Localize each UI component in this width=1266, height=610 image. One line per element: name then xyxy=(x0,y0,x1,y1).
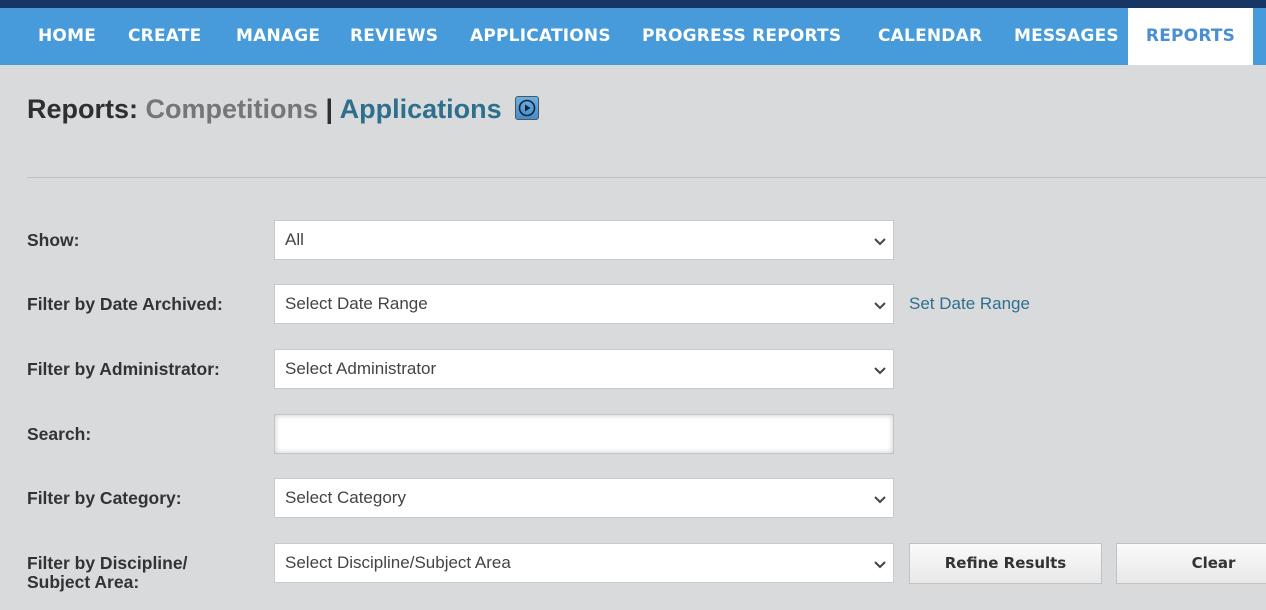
nav-calendar[interactable]: CALENDAR xyxy=(878,8,982,65)
date-archived-label: Filter by Date Archived: xyxy=(27,294,223,314)
nav-applications[interactable]: APPLICATIONS xyxy=(470,8,611,65)
clear-button[interactable]: Clear xyxy=(1116,543,1266,584)
chevron-down-icon xyxy=(874,367,886,375)
chevron-down-icon xyxy=(874,302,886,310)
administrator-label: Filter by Administrator: xyxy=(27,359,220,379)
category-value: Select Category xyxy=(285,488,406,507)
page-title: Reports: Competitions | Applications xyxy=(27,94,540,125)
search-label: Search: xyxy=(27,424,92,444)
refine-results-button[interactable]: Refine Results xyxy=(909,543,1102,584)
chevron-down-icon xyxy=(874,238,886,246)
main-nav: HOME CREATE MANAGE REVIEWS APPLICATIONS … xyxy=(0,8,1266,65)
show-select-value: All xyxy=(285,230,304,249)
chevron-down-icon xyxy=(874,561,886,569)
competitions-link[interactable]: Competitions xyxy=(146,94,319,124)
administrator-value: Select Administrator xyxy=(285,359,437,378)
show-label: Show: xyxy=(27,230,80,250)
title-separator: | xyxy=(325,94,334,124)
search-input[interactable] xyxy=(274,414,894,454)
show-select[interactable]: All xyxy=(274,220,894,260)
discipline-label-line1: Filter by Discipline/ xyxy=(27,553,188,573)
discipline-select[interactable]: Select Discipline/Subject Area xyxy=(274,543,894,583)
administrator-select[interactable]: Select Administrator xyxy=(274,349,894,389)
nav-reports[interactable]: REPORTS xyxy=(1128,8,1253,65)
date-range-value: Select Date Range xyxy=(285,294,428,313)
chevron-down-icon xyxy=(874,496,886,504)
discipline-label: Filter by Discipline/ Subject Area: xyxy=(27,554,187,592)
nav-manage[interactable]: MANAGE xyxy=(236,8,320,65)
discipline-value: Select Discipline/Subject Area xyxy=(285,553,511,572)
category-label: Filter by Category: xyxy=(27,488,182,508)
title-prefix: Reports: xyxy=(27,94,139,124)
applications-link[interactable]: Applications xyxy=(340,94,502,124)
discipline-label-line2: Subject Area: xyxy=(27,572,140,592)
play-circle-icon[interactable] xyxy=(515,95,540,120)
header-divider xyxy=(27,177,1266,178)
nav-progress-reports[interactable]: PROGRESS REPORTS xyxy=(642,8,841,65)
category-select[interactable]: Select Category xyxy=(274,478,894,518)
top-strip xyxy=(0,0,1266,8)
nav-home[interactable]: HOME xyxy=(38,8,96,65)
nav-messages[interactable]: MESSAGES xyxy=(1014,8,1119,65)
nav-reviews[interactable]: REVIEWS xyxy=(350,8,438,65)
nav-create[interactable]: CREATE xyxy=(128,8,201,65)
date-range-select[interactable]: Select Date Range xyxy=(274,284,894,324)
set-date-range-link[interactable]: Set Date Range xyxy=(909,294,1030,314)
